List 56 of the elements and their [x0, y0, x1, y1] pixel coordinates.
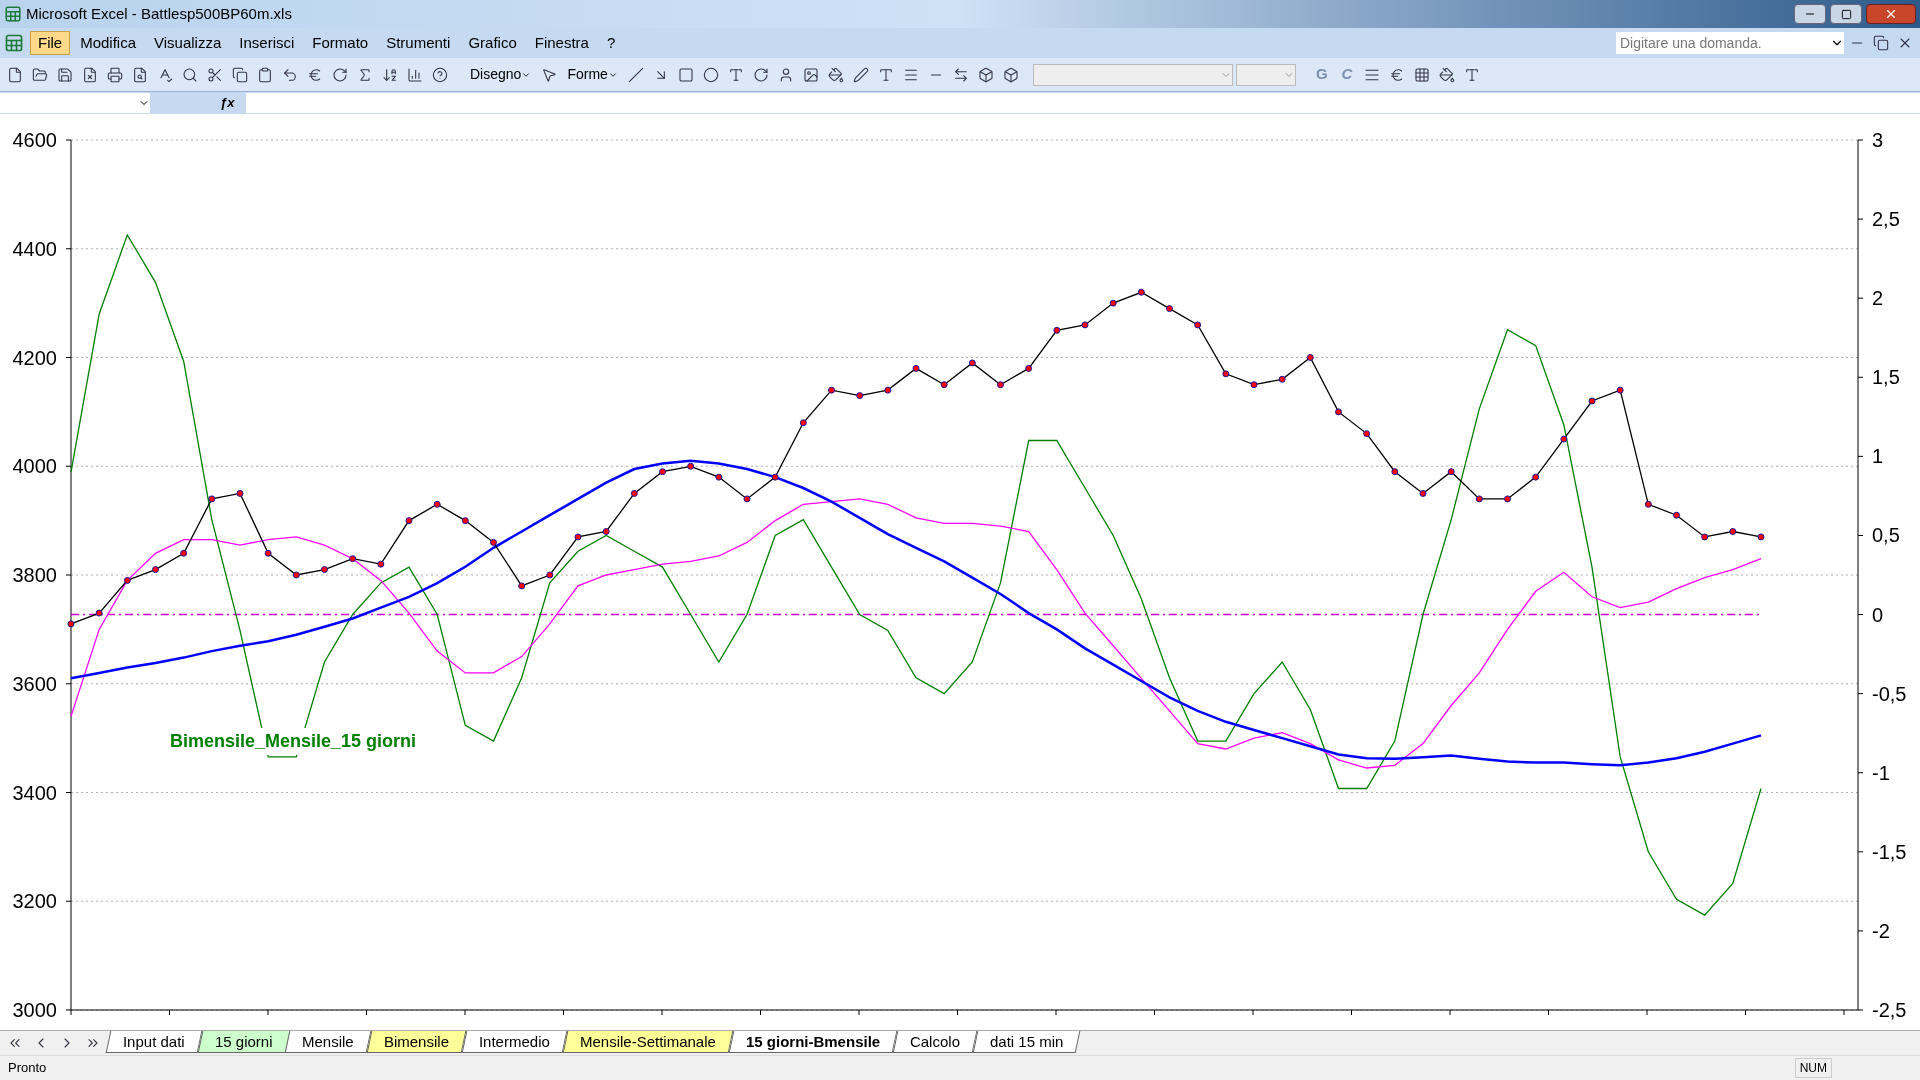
sheet-tab[interactable]: Mensile-Settimanale	[562, 1031, 734, 1053]
sheet-tab[interactable]: Input dati	[105, 1031, 203, 1053]
formula-field[interactable]	[246, 93, 1920, 113]
axis-label: 2	[1872, 287, 1884, 310]
axis-label: 3800	[12, 564, 57, 586]
menu-item[interactable]: Modifica	[72, 31, 145, 55]
excel-icon	[4, 5, 22, 23]
sheet-tab[interactable]: dati 15 min	[972, 1031, 1081, 1053]
axis-label: 1	[1872, 445, 1884, 468]
status-text: Pronto	[8, 1059, 47, 1078]
maximize-button[interactable]	[1830, 4, 1862, 24]
font-field[interactable]	[1032, 63, 1233, 86]
close-button[interactable]	[1866, 4, 1916, 24]
menu-item[interactable]: Finestra	[526, 31, 597, 55]
help-search-field[interactable]: Digitare una domanda.	[1616, 32, 1844, 54]
shapes-menu-button[interactable]: Forme	[563, 64, 622, 85]
menu-item[interactable]: Inserisci	[231, 31, 303, 55]
axis-label: -1,5	[1872, 840, 1907, 863]
axis-label: -2	[1872, 919, 1890, 942]
menu-item[interactable]: Strumenti	[378, 31, 459, 55]
axis-label: 4600	[12, 129, 57, 151]
axis-label: 1,5	[1872, 366, 1900, 389]
excel-icon	[4, 33, 24, 53]
size-field[interactable]	[1235, 63, 1296, 86]
insert-function-button[interactable]: ƒx	[220, 93, 235, 113]
axis-label: -0,5	[1872, 682, 1907, 705]
axis-label: 3400	[12, 781, 57, 804]
sheet-tab[interactable]: Mensile	[284, 1031, 372, 1053]
sheet-tab[interactable]: 15 giorni	[197, 1031, 290, 1053]
sheet-tab[interactable]: Bimensile	[366, 1031, 467, 1053]
maximize-icon	[1840, 8, 1852, 20]
axis-label: 0,5	[1872, 524, 1900, 547]
axis-label: 0	[1872, 603, 1884, 626]
num-lock-indicator: NUM	[1794, 1058, 1832, 1078]
sheet-tab[interactable]: Intermedio	[461, 1031, 568, 1053]
axis-label: 4400	[12, 237, 57, 260]
menu-item[interactable]: ?	[598, 31, 624, 55]
axis-label: 3	[1872, 129, 1884, 151]
window-title: Microsoft Excel - Battlesp500BP60m.xls	[26, 3, 292, 24]
sheet-tab[interactable]: 15 giorni-Bmensile	[728, 1031, 898, 1053]
menu-item[interactable]: Formato	[304, 31, 377, 55]
menu-item[interactable]: File	[30, 31, 71, 55]
minimize-button[interactable]	[1794, 4, 1826, 24]
axis-label: 3200	[12, 890, 57, 913]
menu-item[interactable]: Grafico	[460, 31, 525, 55]
axis-label: 4200	[12, 346, 57, 369]
axis-label: 4000	[12, 455, 57, 478]
close-icon	[1884, 7, 1898, 21]
axis-label: -2,5	[1872, 999, 1907, 1021]
draw-menu-button[interactable]: Disegno	[466, 64, 536, 85]
axis-label: 3000	[12, 999, 57, 1021]
axis-label: 3600	[12, 672, 57, 695]
menu-item[interactable]: Visualizza	[146, 31, 230, 55]
sheet-tab[interactable]: Calcolo	[892, 1031, 978, 1053]
axis-label: -1	[1872, 761, 1890, 784]
axis-label: 2,5	[1872, 208, 1900, 231]
